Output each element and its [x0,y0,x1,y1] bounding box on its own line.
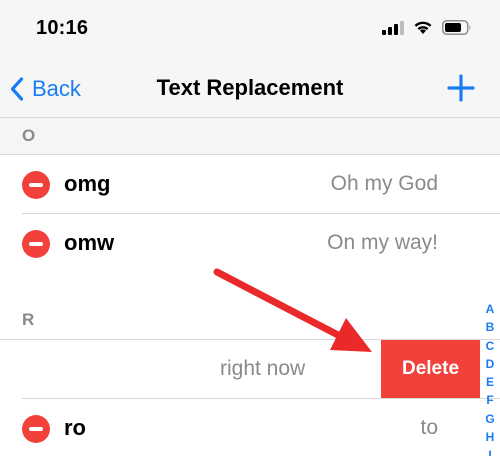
list-item[interactable]: omg Oh my God [0,155,500,213]
swiped-list-item[interactable]: right now Delete [0,340,500,398]
index-letter[interactable]: I [488,446,491,456]
index-letter[interactable]: E [486,373,494,391]
page-title: Text Replacement [156,75,344,100]
index-letter[interactable]: H [486,428,495,446]
shortcut-label: omw [64,230,115,255]
delete-toggle-icon[interactable] [22,415,50,443]
cellular-signal-icon [382,20,404,35]
phrase-label: right now [220,357,306,380]
index-letter[interactable]: F [486,391,493,409]
section-header-r: R [0,272,500,340]
delete-button[interactable]: Delete [381,340,480,398]
battery-icon [442,20,471,35]
index-letter[interactable]: D [486,355,495,373]
phrase-label: to [420,416,438,439]
navigation-bar: Back Text Replacement [0,60,500,118]
status-time: 10:16 [36,17,89,39]
delete-toggle-icon[interactable] [22,171,50,199]
section-header-o: O [0,118,500,154]
list-item[interactable]: ro to [0,399,500,456]
index-letter[interactable]: A [486,300,495,318]
index-letter[interactable]: B [486,318,495,336]
alphabet-index[interactable]: A B C D E F G H I [483,300,497,456]
shortcut-label: ro [64,415,86,440]
phrase-label: Oh my God [330,172,438,195]
shortcut-label: omg [64,171,111,196]
status-icons [382,20,472,35]
add-icon[interactable] [446,73,476,103]
list-item[interactable]: omw On my way! [0,214,500,272]
status-bar: 10:16 [0,0,500,60]
phrase-label: On my way! [327,231,438,254]
index-letter[interactable]: C [486,337,495,355]
delete-toggle-icon[interactable] [22,230,50,258]
wifi-icon [414,21,432,34]
index-letter[interactable]: G [485,410,494,428]
